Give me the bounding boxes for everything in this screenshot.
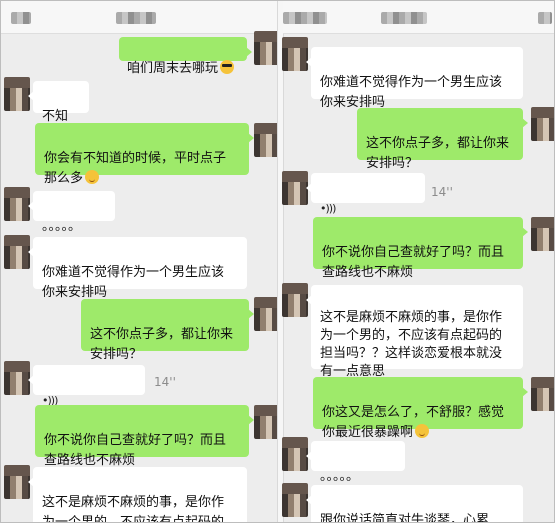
right-header-blurred-name [381, 12, 427, 24]
right-msg-8-text: 跟你说话简直对牛谈琴，心累 [320, 513, 490, 523]
right-msg-1-text: 你难道不觉得作为一个男生应该 你来安排吗 [320, 75, 503, 110]
right-partner-avatar-3 [282, 283, 308, 317]
cool-emoji-icon [220, 60, 235, 74]
left-partner-avatar-2 [4, 187, 30, 221]
right-partner-avatar-5 [282, 483, 308, 517]
right-self-avatar-1 [531, 107, 554, 141]
left-msg-9-bubble: 这不是麻烦不麻烦的事，是你作 为一个男的，不应该有点起码的 [28, 467, 247, 523]
left-msg-6-bubble: 这不你点子多，都让你来 安排吗？ [81, 299, 254, 362]
left-msg-1-bubble: 咱们周末去哪玩 [119, 37, 252, 76]
right-msg-6-text: 你这又是怎么了，不舒服？感觉 你最近很暴躁啊 [322, 405, 505, 440]
left-chat-header [1, 1, 277, 34]
left-msg-7-duration: 14'' [154, 375, 176, 389]
right-msg-2-text: 这不你点子多，都让你来 安排吗？ [366, 136, 510, 171]
screenshot-collage: 咱们周末去哪玩 不知道 你会有不知道的时候，平时点子 那么多 。。。。。 你难道… [0, 0, 555, 523]
right-self-avatar-3 [531, 377, 554, 411]
right-msg-5-text: 这不是麻烦不麻烦的事，是你作 为一个男的，不应该有点起码的 担当吗？？这样谈恋爱… [320, 310, 503, 379]
right-msg-2-bubble: 这不你点子多，都让你来 安排吗？ [357, 108, 528, 171]
right-msg-7-text: 。。。。。 [320, 469, 360, 484]
right-chat-header [283, 1, 554, 34]
right-msg-7-bubble: 。。。。。 [306, 441, 405, 484]
right-header-blurred-title [283, 12, 327, 24]
right-partner-avatar-2 [282, 171, 308, 205]
smile-emoji-icon [85, 170, 100, 184]
left-msg-2-bubble: 不知道 [28, 81, 89, 144]
left-msg-7-voice-bubble[interactable]: •))) [28, 365, 145, 407]
right-partner-avatar-4 [282, 437, 308, 471]
left-partner-avatar-3 [4, 235, 30, 269]
left-msg-1-text: 咱们周末去哪玩 [127, 61, 219, 76]
left-msg-8-text: 你不说你自己查就好了吗？而且 查路线也不麻烦 [44, 433, 227, 468]
right-msg-4-bubble: 你不说你自己查就好了吗？而且 查路线也不麻烦 [313, 217, 528, 280]
right-msg-1-bubble: 你难道不觉得作为一个男生应该 你来安排吗 [306, 47, 523, 110]
right-header-blurred-menu [538, 12, 552, 24]
left-msg-4-bubble: 。。。。。 [28, 191, 115, 234]
left-partner-avatar-1 [4, 77, 30, 111]
right-msg-4-text: 你不说你自己查就好了吗？而且 查路线也不麻烦 [322, 245, 505, 280]
right-msg-8-bubble: 跟你说话简直对牛谈琴，心累 [306, 485, 523, 523]
left-msg-9-text: 这不是麻烦不麻烦的事，是你作 为一个男的，不应该有点起码的 [42, 495, 225, 523]
right-self-avatar-2 [531, 217, 554, 251]
right-msg-3-duration: 14'' [431, 185, 453, 199]
left-msg-6-text: 这不你点子多，都让你来 安排吗？ [90, 327, 234, 362]
left-msg-8-bubble: 你不说你自己查就好了吗？而且 查路线也不麻烦 [35, 405, 254, 468]
left-partner-avatar-4 [4, 361, 30, 395]
smile-emoji-icon [415, 424, 430, 438]
left-header-blurred-title [116, 12, 156, 24]
left-header-blurred-back [11, 12, 31, 24]
left-msg-3-text: 你会有不知道的时候，平时点子 那么多 [44, 151, 227, 186]
right-msg-6-bubble: 你这又是怎么了，不舒服？感觉 你最近很暴躁啊 [313, 377, 528, 440]
right-msg-3-voice-bubble[interactable]: •))) [306, 173, 425, 215]
left-msg-5-text: 你难道不觉得作为一个男生应该 你来安排吗 [42, 265, 225, 300]
left-msg-5-bubble: 你难道不觉得作为一个男生应该 你来安排吗 [28, 237, 247, 300]
left-msg-3-bubble: 你会有不知道的时候，平时点子 那么多 [35, 123, 254, 186]
right-partner-avatar-1 [282, 37, 308, 71]
voice-wave-icon: •))) [320, 202, 336, 215]
left-msg-4-text: 。。。。。 [42, 219, 82, 234]
right-msg-5-bubble: 这不是麻烦不麻烦的事，是你作 为一个男的，不应该有点起码的 担当吗？？这样谈恋爱… [306, 285, 523, 379]
left-partner-avatar-5 [4, 465, 30, 499]
